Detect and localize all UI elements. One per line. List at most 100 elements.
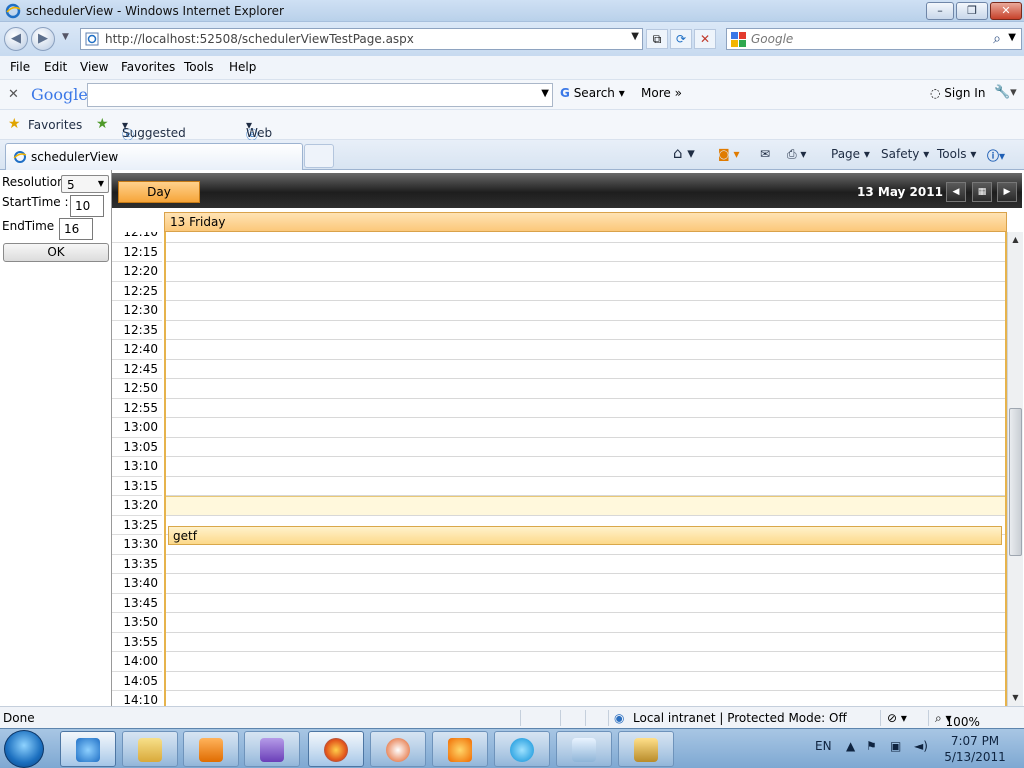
time-slot-row[interactable]: 12:45: [112, 359, 1007, 379]
help-icon[interactable]: ⓘ▾: [987, 147, 1005, 164]
time-slot-cell[interactable]: [164, 281, 1007, 301]
time-slot-row[interactable]: 13:10: [112, 457, 1007, 477]
time-slot-cell[interactable]: [164, 574, 1007, 594]
time-slot-cell[interactable]: [164, 671, 1007, 691]
menu-tools[interactable]: Tools: [184, 60, 214, 74]
time-slot-row[interactable]: 12:10: [112, 232, 1007, 243]
time-slot-row[interactable]: 13:35: [112, 554, 1007, 574]
wrench-icon[interactable]: 🔧▾: [994, 85, 1017, 100]
taskbar-notes-button[interactable]: [556, 731, 612, 767]
time-slot-cell[interactable]: [164, 593, 1007, 613]
time-slot-cell[interactable]: [164, 398, 1007, 418]
end-time-input[interactable]: 16: [59, 218, 93, 240]
popup-blocker-icon[interactable]: ⊘ ▾: [887, 711, 907, 725]
appointment[interactable]: getf: [168, 525, 1002, 545]
tab-schedulerview[interactable]: schedulerView: [5, 143, 303, 170]
sign-in-button[interactable]: ◌ Sign In: [930, 86, 985, 100]
language-indicator[interactable]: EN: [815, 739, 832, 753]
time-slot-cell[interactable]: [164, 496, 1007, 516]
search-dropdown-icon[interactable]: ▼: [1008, 32, 1016, 43]
time-slot-cell[interactable]: [164, 262, 1007, 282]
time-slot-cell[interactable]: [164, 613, 1007, 633]
menu-help[interactable]: Help: [229, 60, 256, 74]
start-time-input[interactable]: 10: [70, 195, 104, 217]
mail-icon[interactable]: ✉: [760, 147, 770, 161]
time-slot-row[interactable]: 12:30: [112, 301, 1007, 321]
previous-day-button[interactable]: ◀: [946, 182, 966, 202]
system-clock[interactable]: 7:07 PM 5/13/2011: [940, 733, 1010, 765]
add-favorites-icon[interactable]: ★: [96, 116, 109, 132]
taskbar-tools-button[interactable]: [618, 731, 674, 767]
google-search-dropdown-icon[interactable]: ▼: [541, 88, 549, 99]
time-slot-row[interactable]: 12:50: [112, 379, 1007, 399]
time-slot-row[interactable]: 13:15: [112, 476, 1007, 496]
time-slot-row[interactable]: 12:20: [112, 262, 1007, 282]
menu-file[interactable]: File: [10, 60, 30, 74]
volume-icon[interactable]: ◄): [914, 739, 928, 753]
time-slot-row[interactable]: 13:20: [112, 496, 1007, 516]
taskbar-burner-button[interactable]: [432, 731, 488, 767]
menu-edit[interactable]: Edit: [44, 60, 67, 74]
scroll-down-icon[interactable]: ▼: [1008, 690, 1023, 706]
home-icon[interactable]: ⌂ ▾: [673, 144, 695, 162]
taskbar-explorer-button[interactable]: [122, 731, 178, 767]
time-slot-cell[interactable]: [164, 232, 1007, 243]
taskbar-visual-studio-button[interactable]: [244, 731, 300, 767]
start-button[interactable]: [4, 730, 44, 768]
google-search-input[interactable]: ▼: [87, 83, 553, 107]
time-slot-cell[interactable]: [164, 340, 1007, 360]
search-icon[interactable]: ⌕: [993, 31, 1001, 47]
time-slot-row[interactable]: 13:40: [112, 574, 1007, 594]
time-slot-row[interactable]: 13:00: [112, 418, 1007, 438]
time-slot-cell[interactable]: [164, 242, 1007, 262]
back-button[interactable]: ◀: [4, 27, 28, 51]
forward-button[interactable]: ▶: [31, 27, 55, 51]
google-search-button[interactable]: G Search ▾: [560, 86, 625, 100]
time-slot-row[interactable]: 13:50: [112, 613, 1007, 633]
time-slot-row[interactable]: 12:55: [112, 398, 1007, 418]
more-button[interactable]: More »: [641, 86, 682, 100]
zoom-control[interactable]: ⌕ 100% ▾: [935, 711, 980, 729]
taskbar-clock-app-button[interactable]: [370, 731, 426, 767]
ok-button[interactable]: OK: [3, 243, 109, 262]
close-button[interactable]: ✕: [990, 2, 1022, 20]
time-slot-cell[interactable]: [164, 418, 1007, 438]
action-center-flag-icon[interactable]: ⚑: [866, 739, 877, 753]
time-slot-cell[interactable]: [164, 632, 1007, 652]
new-tab-button[interactable]: [304, 144, 334, 168]
time-slot-row[interactable]: 12:35: [112, 320, 1007, 340]
feeds-icon[interactable]: ◙ ▾: [718, 147, 739, 161]
stop-icon[interactable]: ✕: [694, 29, 716, 49]
time-slot-row[interactable]: 14:10: [112, 691, 1007, 706]
time-slot-row[interactable]: 12:15: [112, 242, 1007, 262]
network-icon[interactable]: ▣: [890, 739, 901, 753]
time-slot-row[interactable]: 14:00: [112, 652, 1007, 672]
taskbar-skype-button[interactable]: [494, 731, 550, 767]
tools-menu[interactable]: Tools ▾: [937, 147, 976, 161]
calendar-icon[interactable]: ▦: [972, 182, 992, 202]
search-field[interactable]: Google ⌕ ▼: [726, 28, 1022, 50]
menu-favorites[interactable]: Favorites: [121, 60, 175, 74]
time-slot-row[interactable]: 14:05: [112, 671, 1007, 691]
show-hidden-icons[interactable]: ▲: [846, 739, 855, 753]
time-slot-cell[interactable]: [164, 379, 1007, 399]
menu-view[interactable]: View: [80, 60, 108, 74]
print-icon[interactable]: ⎙ ▾: [787, 147, 806, 162]
compatibility-view-icon[interactable]: ⧉: [646, 29, 668, 49]
web-slice-gallery-link[interactable]: ⓔ Web Slice Gallery ▾: [246, 118, 289, 168]
time-slot-cell[interactable]: [164, 301, 1007, 321]
maximize-button[interactable]: ❐: [956, 2, 988, 20]
time-slot-cell[interactable]: [164, 437, 1007, 457]
time-slot-row[interactable]: 12:25: [112, 281, 1007, 301]
time-slot-cell[interactable]: [164, 359, 1007, 379]
url-dropdown-icon[interactable]: ▼: [631, 31, 639, 42]
time-slot-row[interactable]: 13:45: [112, 593, 1007, 613]
vertical-scrollbar[interactable]: ▲ ▼: [1007, 232, 1023, 706]
minimize-button[interactable]: –: [926, 2, 954, 20]
scroll-thumb[interactable]: [1009, 408, 1022, 556]
refresh-icon[interactable]: ⟳: [670, 29, 692, 49]
time-slot-row[interactable]: 12:40: [112, 340, 1007, 360]
day-view-button[interactable]: Day: [118, 181, 200, 203]
taskbar-media-player-button[interactable]: [183, 731, 239, 767]
time-slot-cell[interactable]: [164, 691, 1007, 706]
